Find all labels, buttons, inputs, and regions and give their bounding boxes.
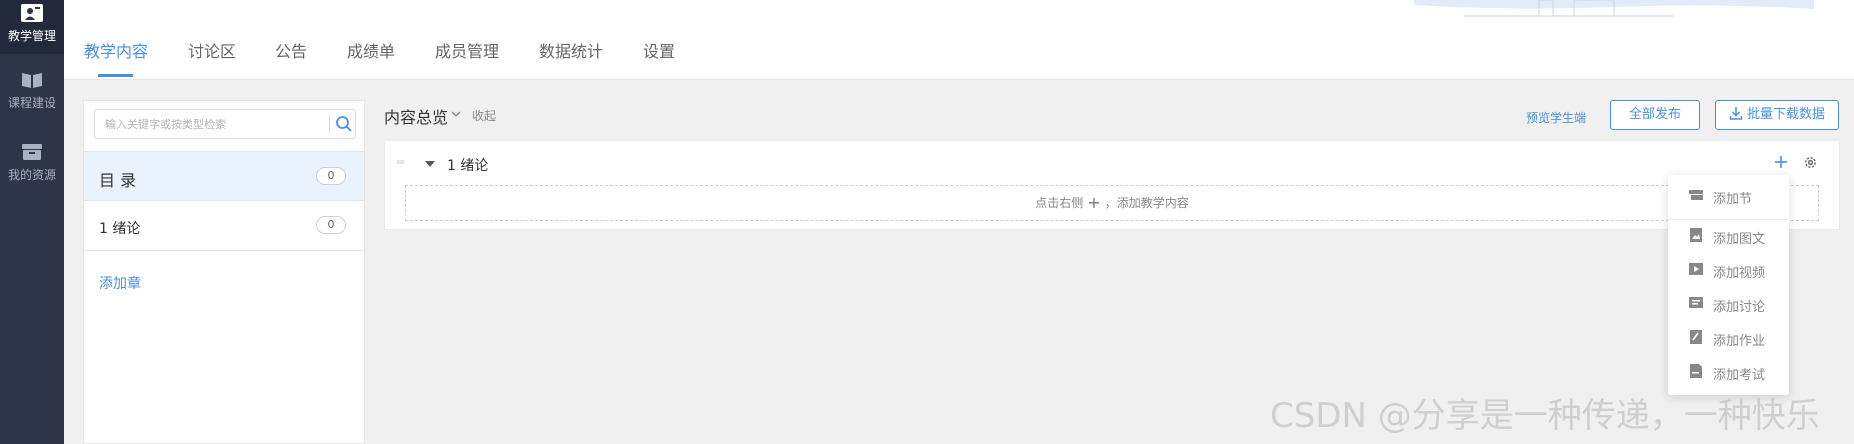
discussion-icon xyxy=(1689,297,1703,308)
side-rail: 教学管理 课程建设 我的资源 xyxy=(0,0,64,444)
catalog-chapter-item[interactable]: 1 绪论 0 xyxy=(84,201,364,251)
catalog-panel: 目 录 0 1 绪论 0 添加章 xyxy=(83,100,365,444)
rail-item-teaching-management[interactable]: 教学管理 xyxy=(0,0,64,54)
search-box xyxy=(94,109,356,139)
tab-gradebook[interactable]: 成绩单 xyxy=(347,38,395,62)
chapter-card: ═ 1 绪论 点击右侧 + ，添加教学内容 xyxy=(384,140,1840,230)
overview-title: 内容总览 xyxy=(384,108,449,127)
section-icon xyxy=(1689,190,1703,200)
preview-student-link[interactable]: 预览学生端 xyxy=(1526,109,1586,126)
exam-icon xyxy=(1690,364,1702,378)
menu-divider xyxy=(1668,219,1789,220)
rail-item-my-resources[interactable]: 我的资源 xyxy=(0,142,64,192)
hint-after: ，添加教学内容 xyxy=(1104,196,1189,210)
header-illustration xyxy=(1414,0,1814,17)
count-badge: 0 xyxy=(316,216,346,234)
menu-label: 添加讨论 xyxy=(1713,300,1766,315)
publish-all-button[interactable]: 全部发布 xyxy=(1610,100,1700,130)
image-text-icon xyxy=(1690,228,1702,242)
search-divider xyxy=(329,116,330,132)
menu-label: 添加视频 xyxy=(1713,266,1766,281)
menu-item-add-exam[interactable]: 添加考试 xyxy=(1668,357,1789,387)
batch-download-label: 批量下载数据 xyxy=(1746,107,1825,122)
chevron-down-icon[interactable] xyxy=(451,110,461,118)
hint-before: 点击右侧 xyxy=(1035,196,1084,210)
tab-settings[interactable]: 设置 xyxy=(643,38,675,62)
plus-icon: + xyxy=(1087,193,1101,212)
menu-item-add-homework[interactable]: 添加作业 xyxy=(1668,323,1789,353)
menu-item-add-image-text[interactable]: 添加图文 xyxy=(1668,221,1789,251)
search-icon[interactable] xyxy=(335,115,353,133)
catalog-root[interactable]: 目 录 0 xyxy=(84,151,364,201)
chapter-label: 1 绪论 xyxy=(99,221,141,237)
rail-label: 教学管理 xyxy=(7,29,56,43)
menu-item-add-section[interactable]: 添加节 xyxy=(1668,181,1789,211)
add-chapter-link[interactable]: 添加章 xyxy=(99,273,141,293)
search-input[interactable] xyxy=(95,110,325,138)
rail-label: 课程建设 xyxy=(7,96,56,110)
watermark: CSDN @分享是一种传递，一种快乐 xyxy=(1270,396,1820,436)
rail-label: 我的资源 xyxy=(7,168,56,182)
download-icon xyxy=(1729,107,1743,120)
add-content-dropzone[interactable]: 点击右侧 + ，添加教学内容 xyxy=(405,185,1819,221)
tab-teaching-content[interactable]: 教学内容 xyxy=(84,38,148,62)
active-tab-indicator xyxy=(98,74,133,77)
add-icon[interactable] xyxy=(1774,155,1788,169)
menu-item-add-discussion[interactable]: 添加讨论 xyxy=(1668,289,1789,319)
teacher-board-icon xyxy=(21,4,43,22)
tab-statistics[interactable]: 数据统计 xyxy=(539,38,603,62)
add-content-menu: 添加节 添加图文 添加视频 添加讨论 添加作业 添加考试 xyxy=(1668,175,1789,395)
menu-label: 添加作业 xyxy=(1713,334,1766,349)
batch-download-button[interactable]: 批量下载数据 xyxy=(1715,100,1839,130)
menu-label: 添加考试 xyxy=(1713,368,1766,383)
menu-item-add-video[interactable]: 添加视频 xyxy=(1668,255,1789,285)
tab-discussion[interactable]: 讨论区 xyxy=(188,38,236,62)
gear-icon[interactable] xyxy=(1803,155,1818,170)
book-icon xyxy=(22,73,42,88)
drag-handle-icon[interactable]: ═ xyxy=(397,155,404,169)
box-icon xyxy=(22,144,42,160)
publish-all-label: 全部发布 xyxy=(1628,107,1681,122)
count-badge: 0 xyxy=(316,167,346,185)
collapse-link[interactable]: 收起 xyxy=(472,107,496,124)
catalog-label: 目 录 xyxy=(99,171,137,190)
rail-item-course-building[interactable]: 课程建设 xyxy=(0,70,64,120)
tab-member-management[interactable]: 成员管理 xyxy=(435,38,499,62)
chapter-title: 1 绪论 xyxy=(447,158,489,174)
video-icon xyxy=(1689,263,1703,275)
menu-label: 添加节 xyxy=(1713,192,1753,207)
tab-announcement[interactable]: 公告 xyxy=(275,38,307,62)
menu-label: 添加图文 xyxy=(1713,232,1766,247)
homework-icon xyxy=(1690,330,1702,344)
expand-triangle-icon[interactable] xyxy=(425,161,435,167)
top-bar xyxy=(64,0,1854,80)
